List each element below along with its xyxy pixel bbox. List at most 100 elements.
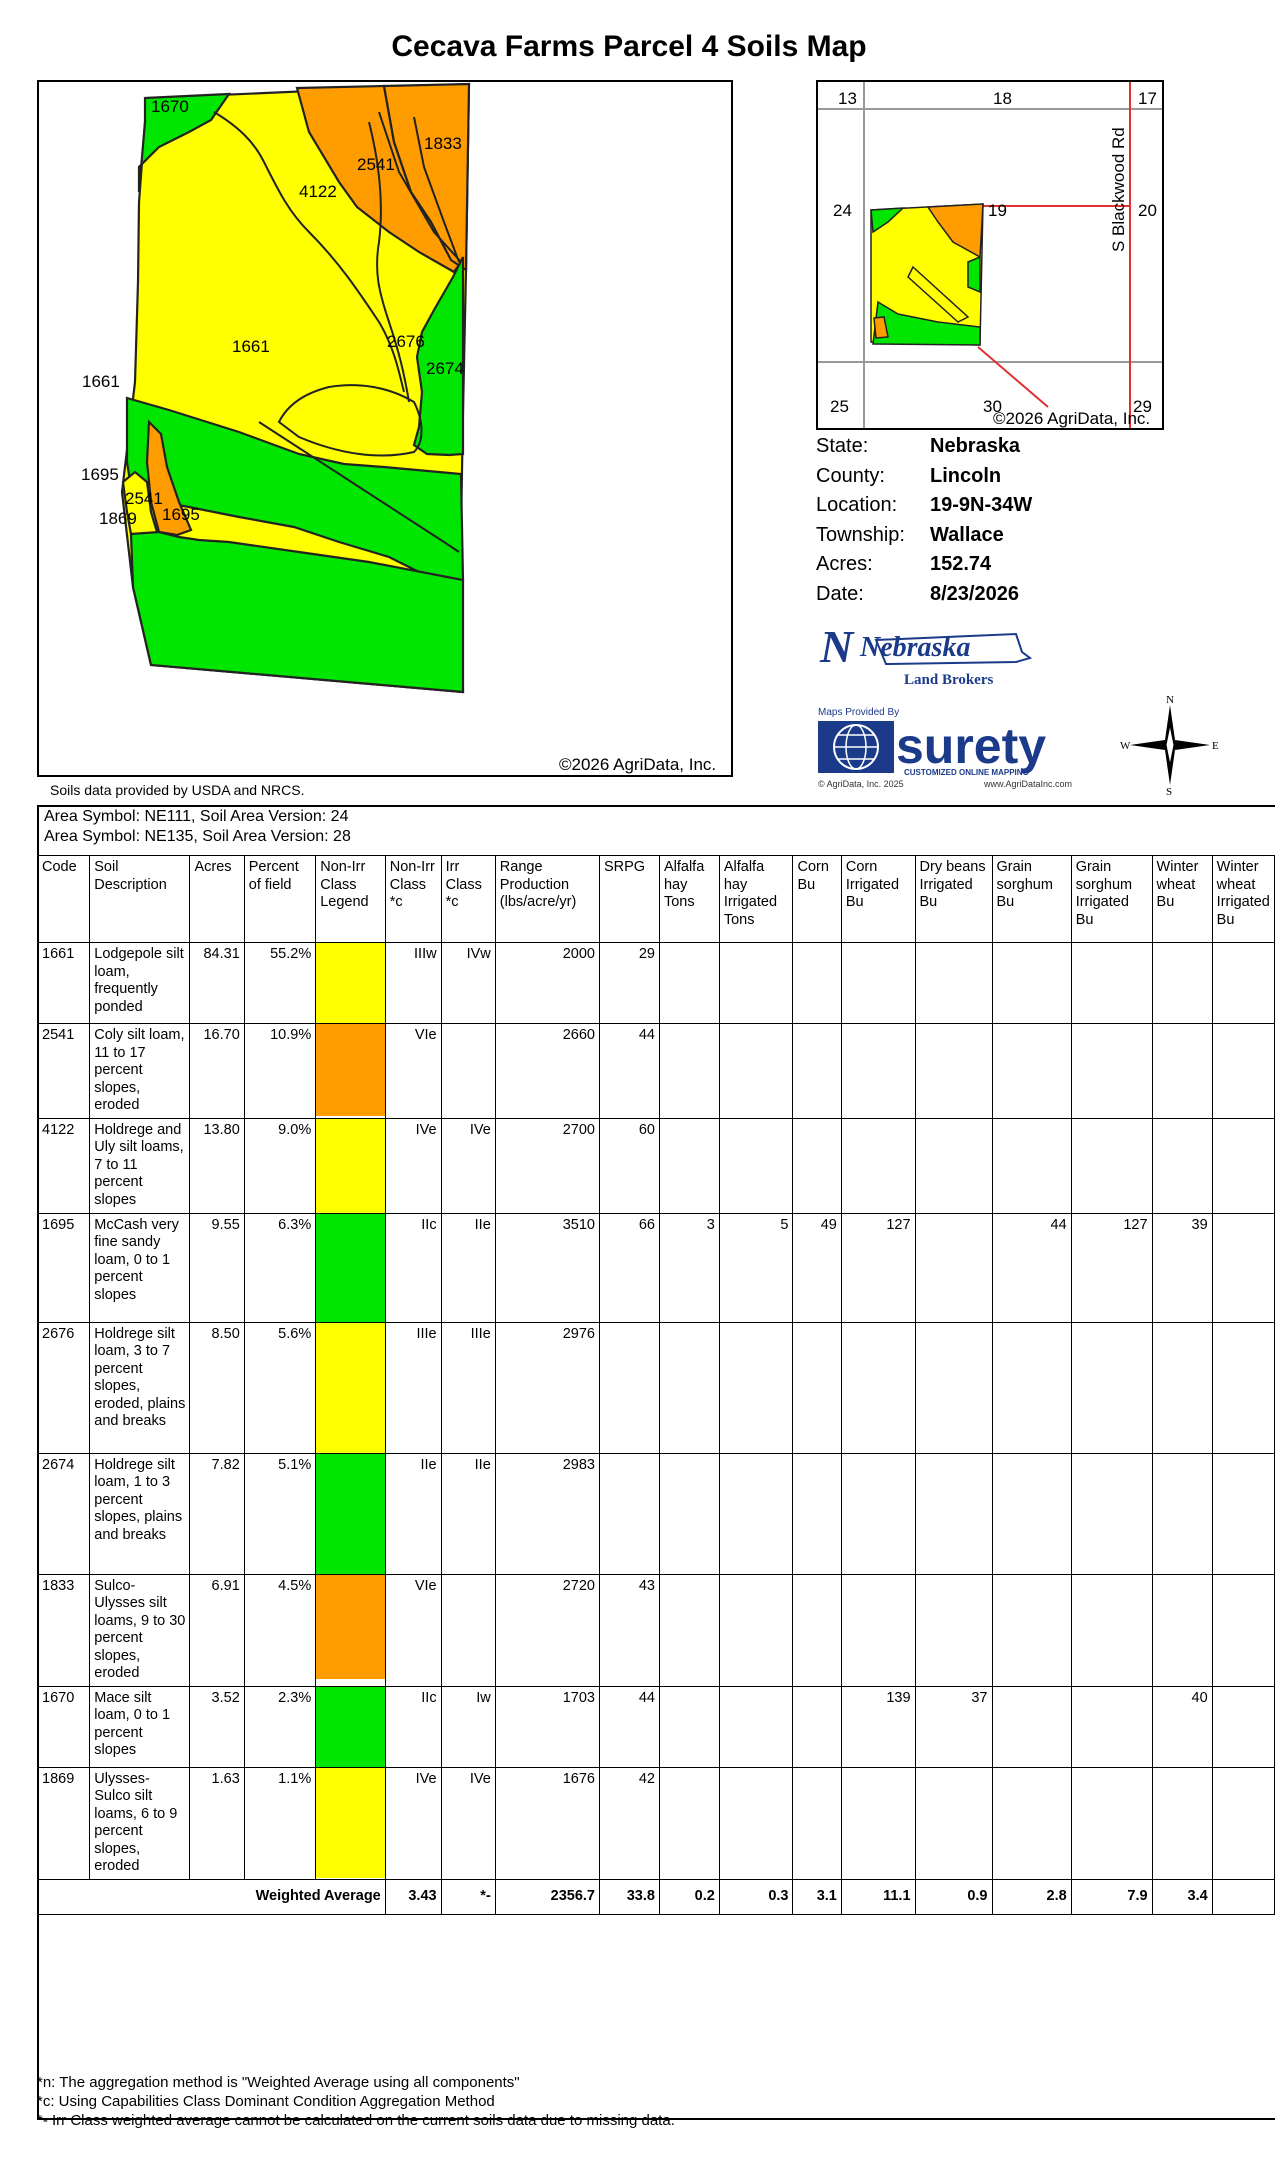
- class-legend-swatch: [315, 1023, 386, 1119]
- cell-cornirr: [840, 1321, 916, 1454]
- table-row: 4122 Holdrege and Uly silt loams, 7 to 11…: [36, 1117, 1275, 1214]
- cell-range: 1676: [494, 1766, 600, 1880]
- compass-w: W: [1120, 740, 1131, 752]
- column-header: Winter wheat Irrigated Bu: [1211, 855, 1275, 943]
- cell-sorg: [991, 1117, 1072, 1214]
- soils-map[interactable]: 1670 1833 2541 4122 1661 2676 2674 1661 …: [37, 80, 733, 777]
- avg-corn: 3.1: [792, 1878, 842, 1915]
- column-header: Non-Irr Class Legend: [315, 855, 386, 943]
- column-header: Acres: [189, 855, 245, 943]
- cell-sorg: [991, 1766, 1072, 1880]
- cell-beans: [914, 942, 993, 1024]
- cell-code: 2676: [36, 1321, 91, 1454]
- avg-alf: 0.2: [658, 1878, 720, 1915]
- surety-url: www.AgriDataInc.com: [983, 779, 1072, 789]
- cell-acres: 1.63: [189, 1766, 245, 1880]
- cell-desc: Holdrege and Uly silt loams, 7 to 11 per…: [89, 1117, 191, 1214]
- cell-sorg: [991, 1023, 1072, 1119]
- cell-sorgirr: [1070, 942, 1153, 1024]
- cell-desc: McCash very fine sandy loam, 0 to 1 perc…: [89, 1212, 191, 1323]
- compass-e: E: [1212, 740, 1219, 752]
- cell-desc: Coly silt loam, 11 to 17 percent slopes,…: [89, 1023, 191, 1119]
- class-legend-swatch: [315, 1212, 386, 1323]
- cell-acres: 84.31: [189, 942, 245, 1024]
- info-label: Date:: [816, 582, 864, 605]
- avg-cornirr: 11.1: [840, 1878, 916, 1915]
- cell-sorgirr: [1070, 1573, 1153, 1687]
- location-inset-map[interactable]: 13 18 17 24 19 20 25 30 29 S Blackwood R…: [816, 80, 1164, 430]
- weighted-average-label: Weighted Average: [37, 1878, 386, 1915]
- cell-code: 1833: [36, 1573, 91, 1687]
- cell-corn: [792, 1321, 842, 1454]
- cell-srpg: 44: [598, 1023, 660, 1119]
- surety-tagline: CUSTOMIZED ONLINE MAPPING: [904, 768, 1029, 777]
- class-legend-swatch: [315, 1321, 386, 1454]
- cell-wheatirr: [1211, 1117, 1275, 1214]
- map-label: 2541: [357, 155, 395, 174]
- avg-irr: *-: [440, 1878, 496, 1915]
- cell-acres: 16.70: [189, 1023, 245, 1119]
- cell-wheat: [1151, 1117, 1213, 1214]
- class-legend-swatch: [315, 1117, 386, 1214]
- info-label: State:: [816, 435, 869, 457]
- cell-pct: 55.2%: [243, 942, 317, 1024]
- table-row: 1695 McCash very fine sandy loam, 0 to 1 …: [36, 1212, 1275, 1323]
- table-row: 2674 Holdrege silt loam, 1 to 3 percent s…: [36, 1452, 1275, 1575]
- column-header: Corn Bu: [792, 855, 842, 943]
- column-header: Dry beans Irrigated Bu: [914, 855, 993, 943]
- map-label: 1661: [82, 372, 120, 391]
- cell-wheatirr: [1211, 1212, 1275, 1323]
- cell-wheatirr: [1211, 1685, 1275, 1768]
- column-header: Percent of field: [243, 855, 317, 943]
- cell-alfirr: [718, 1023, 794, 1119]
- cell-alf: [658, 1117, 720, 1214]
- cell-range: 3510: [494, 1212, 600, 1323]
- surety-logo: Maps Provided By surety CUSTOMIZED ONLIN…: [816, 705, 1096, 791]
- cell-desc: Mace silt loam, 0 to 1 percent slopes: [89, 1685, 191, 1768]
- cell-sorg: [991, 1685, 1072, 1768]
- cell-wheatirr: [1211, 1766, 1275, 1880]
- compass-n: N: [1166, 695, 1174, 706]
- map-label: 2541: [125, 489, 163, 508]
- footnote: *- Irr Class weighted average cannot be …: [37, 2112, 675, 2129]
- avg-srpg: 33.8: [598, 1878, 660, 1915]
- cell-alf: [658, 1573, 720, 1687]
- info-value: 152.74: [930, 553, 992, 575]
- cell-acres: 3.52: [189, 1685, 245, 1768]
- avg-wheat: 3.4: [1151, 1878, 1213, 1915]
- column-header: Irr Class *c: [440, 855, 496, 943]
- cell-pct: 6.3%: [243, 1212, 317, 1323]
- cell-acres: 13.80: [189, 1117, 245, 1214]
- cell-code: 2541: [36, 1023, 91, 1119]
- cell-pct: 9.0%: [243, 1117, 317, 1214]
- cell-pct: 10.9%: [243, 1023, 317, 1119]
- class-legend-swatch: [315, 1685, 386, 1768]
- soils-table: Code Soil Description Acres Percent of fiel…: [36, 855, 1275, 1915]
- cell-alfirr: [718, 1573, 794, 1687]
- surety-provided-by: Maps Provided By: [818, 707, 899, 718]
- cell-srpg: 60: [598, 1117, 660, 1214]
- cell-alfirr: 5: [718, 1212, 794, 1323]
- cell-range: 2660: [494, 1023, 600, 1119]
- info-value: Nebraska: [930, 435, 1021, 457]
- cell-corn: [792, 1573, 842, 1687]
- cell-sorgirr: [1070, 1766, 1153, 1880]
- cell-beans: [914, 1117, 993, 1214]
- map-label: 1661: [232, 337, 270, 356]
- class-legend-swatch: [315, 942, 386, 1024]
- cell-nonirr: VIe: [384, 1023, 442, 1119]
- cell-corn: [792, 1766, 842, 1880]
- cell-range: 2720: [494, 1573, 600, 1687]
- cell-alf: [658, 942, 720, 1024]
- cell-pct: 2.3%: [243, 1685, 317, 1768]
- cell-srpg: 66: [598, 1212, 660, 1323]
- cell-nonirr: IIIw: [384, 942, 442, 1024]
- cell-range: 2983: [494, 1452, 600, 1575]
- parcel-info: State: Nebraska County: Lincoln Location: 1…: [816, 432, 1032, 609]
- cell-wheatirr: [1211, 942, 1275, 1024]
- cell-code: 2674: [36, 1452, 91, 1575]
- surety-name: surety: [896, 718, 1046, 774]
- info-label: Township:: [816, 523, 905, 546]
- inset-copyright: ©2026 AgriData, Inc.: [993, 409, 1150, 428]
- cell-nonirr: IVe: [384, 1766, 442, 1880]
